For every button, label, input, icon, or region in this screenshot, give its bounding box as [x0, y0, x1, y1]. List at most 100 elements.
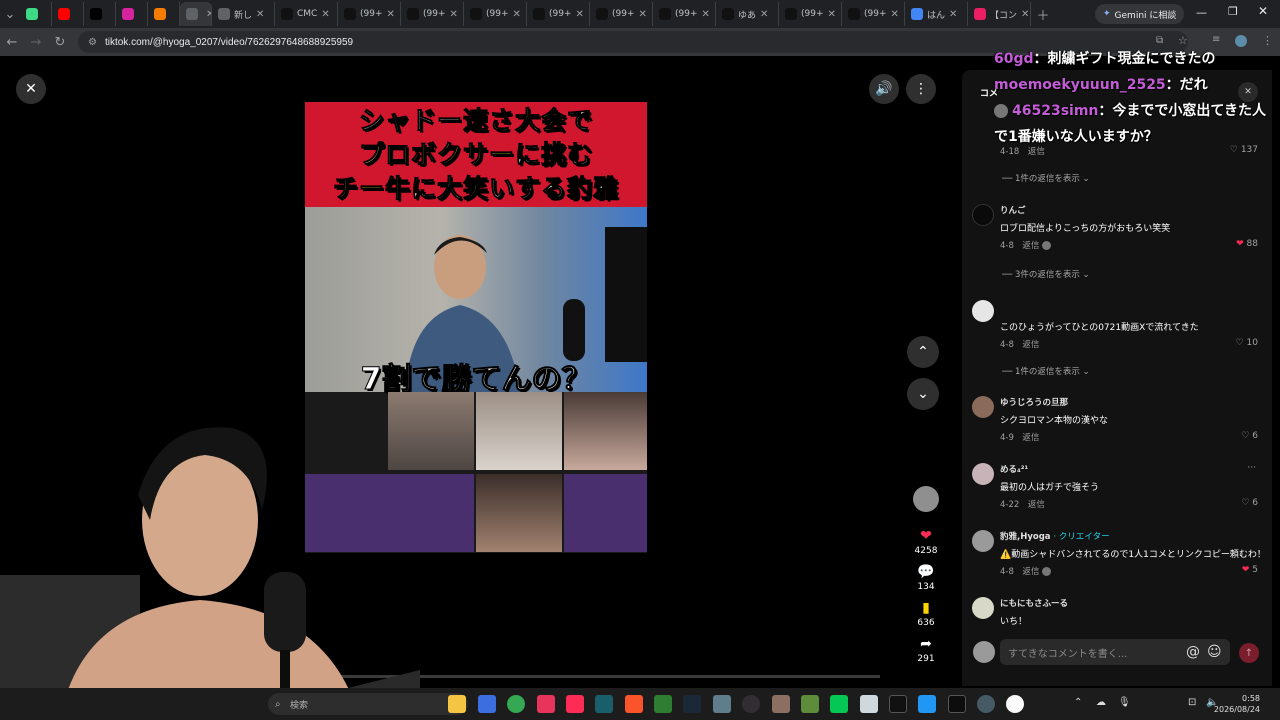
app-icon[interactable]: [537, 695, 555, 713]
comment-like-button[interactable]: ♡ 10: [1236, 338, 1258, 348]
comment-username[interactable]: にもにもさふーる: [1000, 597, 1068, 609]
reply-button[interactable]: 返信: [1028, 500, 1045, 510]
browser-tab[interactable]: CMC ✕: [275, 2, 338, 26]
browser-tab[interactable]: 新し ✕: [212, 2, 275, 26]
mention-icon[interactable]: @: [1186, 644, 1200, 660]
settings-icon[interactable]: [977, 695, 995, 713]
tab-close-icon[interactable]: ✕: [702, 9, 710, 20]
browser-tab[interactable]: (99+ ✕: [527, 2, 590, 26]
minimize-button[interactable]: —: [1196, 6, 1207, 19]
browser-tab[interactable]: [148, 2, 180, 26]
reply-button[interactable]: 返信: [1022, 567, 1039, 577]
app-icon[interactable]: [654, 695, 672, 713]
reply-button[interactable]: 返信: [1022, 241, 1039, 251]
steam-icon[interactable]: [683, 695, 701, 713]
tab-close-icon[interactable]: ✕: [639, 9, 647, 20]
previous-video-button[interactable]: ⌃: [907, 336, 939, 368]
minecraft-icon[interactable]: [801, 695, 819, 713]
tab-close-icon[interactable]: ✕: [1021, 9, 1029, 20]
forward-button[interactable]: →: [24, 30, 48, 54]
app-icon[interactable]: [772, 695, 790, 713]
app-icon[interactable]: [1006, 695, 1024, 713]
tray-chevron-icon[interactable]: ⌃: [1074, 697, 1082, 708]
close-window-button[interactable]: ✕: [1258, 4, 1268, 18]
avatar[interactable]: [972, 204, 994, 226]
tab-close-icon[interactable]: ✕: [321, 9, 329, 20]
brave-icon[interactable]: [625, 695, 643, 713]
comment-username[interactable]: 豹雅,Hyoga · クリエイター: [1000, 530, 1110, 542]
browser-tab[interactable]: (99+ ✕: [653, 2, 716, 26]
view-replies-button[interactable]: ── 1件の返信を表示 ⌄: [1002, 172, 1090, 184]
view-replies-button[interactable]: ── 1件の返信を表示 ⌄: [1002, 365, 1090, 377]
browser-tab[interactable]: (99+ ✕: [401, 2, 464, 26]
reply-button[interactable]: 返信: [1022, 433, 1039, 443]
reload-button[interactable]: ↻: [48, 30, 72, 54]
browser-tab[interactable]: ゆあ ✕: [716, 2, 779, 26]
avatar[interactable]: [972, 530, 994, 552]
reply-button[interactable]: 返信: [1022, 340, 1039, 350]
taskbar-clock[interactable]: 0:58 2026/08/24: [1214, 693, 1260, 715]
avatar[interactable]: [972, 300, 994, 322]
site-info-icon[interactable]: ⚙: [88, 37, 97, 48]
browser-tab[interactable]: ✕: [180, 2, 212, 26]
maximize-button[interactable]: ❐: [1228, 5, 1238, 18]
browser-tab[interactable]: (99+ ✕: [338, 2, 401, 26]
tab-close-icon[interactable]: ✕: [256, 9, 264, 20]
new-tab-button[interactable]: ＋: [1031, 2, 1055, 26]
creator-avatar[interactable]: [905, 486, 947, 512]
tab-close-icon[interactable]: ✕: [891, 9, 899, 20]
comment-like-button[interactable]: ❤ 88: [1236, 239, 1258, 249]
comment-username[interactable]: める₄²¹: [1000, 463, 1028, 475]
app-icon[interactable]: [918, 695, 936, 713]
browser-tab[interactable]: (99+ ✕: [842, 2, 905, 26]
tab-close-icon[interactable]: ✕: [576, 9, 584, 20]
app-icon[interactable]: [860, 695, 878, 713]
like-button[interactable]: ❤ 4258: [905, 528, 947, 556]
mute-button[interactable]: 🔊: [869, 74, 899, 104]
app-icon[interactable]: [595, 695, 613, 713]
unreal-icon[interactable]: [889, 695, 907, 713]
back-button[interactable]: ←: [0, 30, 24, 54]
app-icon[interactable]: [713, 695, 731, 713]
browser-tab[interactable]: 【コン ✕: [968, 2, 1031, 26]
avatar[interactable]: [972, 396, 994, 418]
emoji-icon[interactable]: ☺: [1207, 644, 1222, 660]
app-icon[interactable]: [478, 695, 496, 713]
tray-mic-icon[interactable]: 🎙: [1118, 697, 1131, 708]
tab-close-icon[interactable]: ✕: [760, 9, 768, 20]
close-video-button[interactable]: ✕: [16, 74, 46, 104]
browser-tab[interactable]: [84, 2, 116, 26]
share-button[interactable]: ➦ 291: [905, 636, 947, 664]
browser-tab[interactable]: [52, 2, 84, 26]
avatar[interactable]: [972, 597, 994, 619]
video-more-button[interactable]: ⋮: [906, 74, 936, 104]
browser-tab[interactable]: (99+ ✕: [464, 2, 527, 26]
chrome-icon[interactable]: [507, 695, 525, 713]
browser-tab[interactable]: (99+ ✕: [590, 2, 653, 26]
browser-tab[interactable]: [116, 2, 148, 26]
save-button[interactable]: ▮ 636: [905, 600, 947, 628]
tray-cloud-icon[interactable]: ☁: [1096, 697, 1106, 708]
view-replies-button[interactable]: ── 3件の返信を表示 ⌄: [1002, 268, 1090, 280]
comment-like-button[interactable]: ♡ 6: [1241, 431, 1258, 441]
tab-close-icon[interactable]: ✕: [450, 9, 458, 20]
tab-search-button[interactable]: ⌄: [0, 2, 20, 26]
comment-more-icon[interactable]: ···: [1247, 463, 1256, 473]
tab-close-icon[interactable]: ✕: [387, 9, 395, 20]
send-button[interactable]: ↑: [1239, 643, 1259, 663]
tray-network-icon[interactable]: ⊡: [1188, 697, 1196, 708]
browser-tab[interactable]: [20, 2, 52, 26]
install-icon[interactable]: ⧉: [1156, 35, 1163, 46]
avatar[interactable]: [972, 463, 994, 485]
browser-tab[interactable]: はん ✕: [905, 2, 968, 26]
obs-icon[interactable]: [742, 695, 760, 713]
gemini-button[interactable]: ✦ Gemini に相談: [1095, 4, 1185, 24]
comment-username[interactable]: りんご: [1000, 204, 1026, 216]
next-video-button[interactable]: ⌄: [907, 378, 939, 410]
extensions-icon[interactable]: ≡: [1212, 34, 1220, 45]
line-icon[interactable]: [830, 695, 848, 713]
taskbar-search[interactable]: ⌕ 検索: [268, 693, 468, 715]
tab-close-icon[interactable]: ✕: [828, 9, 836, 20]
comment-username[interactable]: ゆうじろうの旦那: [1000, 396, 1068, 408]
browser-tab[interactable]: (99+ ✕: [779, 2, 842, 26]
